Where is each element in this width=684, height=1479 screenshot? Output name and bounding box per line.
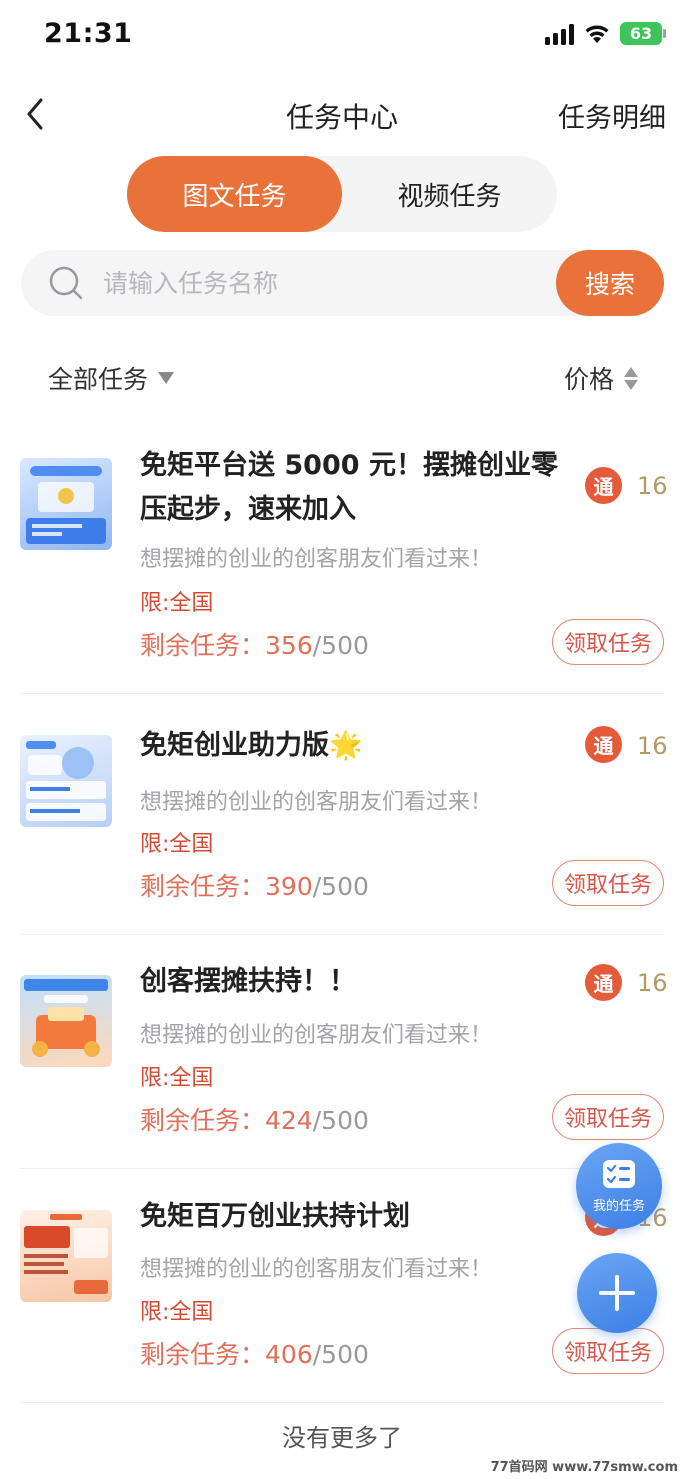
status-time: 21:31 [44,18,133,49]
task-remaining: 剩余任务：424/500 [140,1101,369,1137]
task-region-limit: 限:全国 [140,832,214,857]
claim-task-button[interactable]: 领取任务 [552,860,664,906]
task-type-tabs: 图文任务 视频任务 [127,156,557,232]
status-icons: 63 [545,22,666,45]
task-item[interactable]: 免矩创业助力版🌟 通 16 想摆摊的创业的创客朋友们看过来！ 限:全国 剩余任务… [0,700,684,930]
task-thumbnail [20,458,112,550]
divider [20,693,664,694]
search-bar: 搜索 [21,250,664,316]
all-tasks-dropdown[interactable]: 全部任务 [48,360,175,396]
remaining-label: 剩余任务： [140,631,266,660]
remaining-label: 剩余任务： [140,1340,266,1369]
remaining-count: 406 [265,1340,313,1369]
claim-task-button[interactable]: 领取任务 [552,619,664,665]
total-count: /500 [312,631,369,660]
task-thumbnail [20,975,112,1067]
remaining-count: 424 [265,1106,313,1135]
task-region-limit: 限:全国 [140,1066,214,1091]
remaining-count: 390 [265,872,313,901]
my-tasks-button[interactable]: 我的任务 [576,1143,662,1229]
task-title: 免矩创业助力版🌟 [140,730,363,761]
task-remaining: 剩余任务：390/500 [140,867,369,903]
task-description: 想摆摊的创业的创客朋友们看过来！ [140,790,493,815]
task-region-limit: 限:全国 [140,1300,214,1325]
battery-icon: 63 [620,22,666,45]
price-sort-label: 价格 [563,365,614,394]
task-description: 想摆摊的创业的创客朋友们看过来！ [140,547,493,572]
filter-bar: 全部任务 价格 [0,350,684,404]
total-count: /500 [312,872,369,901]
task-item[interactable]: 创客摆摊扶持！！ 通 16 想摆摊的创业的创客朋友们看过来！ 限:全国 剩余任务… [0,940,684,1165]
cellular-signal-icon [545,23,574,45]
tong-badge-icon: 通 [585,467,622,504]
remaining-label: 剩余任务： [140,1106,266,1135]
my-tasks-label: 我的任务 [592,1198,645,1214]
remaining-label: 剩余任务： [140,872,266,901]
task-description: 想摆摊的创业的创客朋友们看过来！ [140,1257,493,1282]
task-remaining: 剩余任务：406/500 [140,1335,369,1371]
claim-task-button[interactable]: 领取任务 [552,1328,664,1374]
search-button[interactable]: 搜索 [556,250,664,316]
dropdown-triangle-icon [158,372,175,384]
wifi-icon [585,25,609,43]
remaining-count: 356 [265,631,313,660]
battery-level: 63 [629,24,653,43]
total-count: /500 [312,1340,369,1369]
task-list-icon [603,1159,635,1188]
task-details-link[interactable]: 任务明细 [558,96,666,135]
total-count: /500 [312,1106,369,1135]
add-icon[interactable] [577,1253,657,1333]
tong-badge-icon: 通 [585,726,622,763]
tong-badge-icon: 通 [585,964,622,1001]
task-title: 创客摆摊扶持！！ [140,966,356,997]
task-title: 免矩平台送 5000 元！摆摊创业零压起步，速来加入 [140,450,558,525]
claim-task-button[interactable]: 领取任务 [552,1094,664,1140]
search-icon [49,266,83,300]
search-input[interactable] [103,250,543,316]
status-bar: 21:31 63 [0,0,684,70]
watermark: 77首码网 www.77smw.com [490,1460,678,1475]
task-reward: 16 [637,732,668,760]
task-description: 想摆摊的创业的创客朋友们看过来！ [140,1023,493,1048]
divider [20,1402,664,1403]
task-region-limit: 限:全国 [140,591,214,616]
task-reward: 16 [637,969,668,997]
tab-video-tasks[interactable]: 视频任务 [342,156,557,232]
task-title: 免矩百万创业扶持计划 [140,1201,410,1232]
price-sort[interactable]: 价格 [564,360,638,396]
task-reward: 16 [637,472,668,500]
divider [20,934,664,935]
task-thumbnail [20,1210,112,1302]
sort-arrows-icon [624,366,638,390]
task-thumbnail [20,735,112,827]
no-more-text: 没有更多了 [282,1424,402,1452]
task-remaining: 剩余任务：356/500 [140,626,369,662]
task-item[interactable]: 免矩平台送 5000 元！摆摊创业零压起步，速来加入 通 16 想摆摊的创业的创… [0,440,684,690]
tab-image-text-tasks[interactable]: 图文任务 [127,156,342,232]
all-tasks-label: 全部任务 [48,365,149,394]
divider [20,1168,664,1169]
nav-bar: 任务中心 任务明细 [0,82,684,148]
